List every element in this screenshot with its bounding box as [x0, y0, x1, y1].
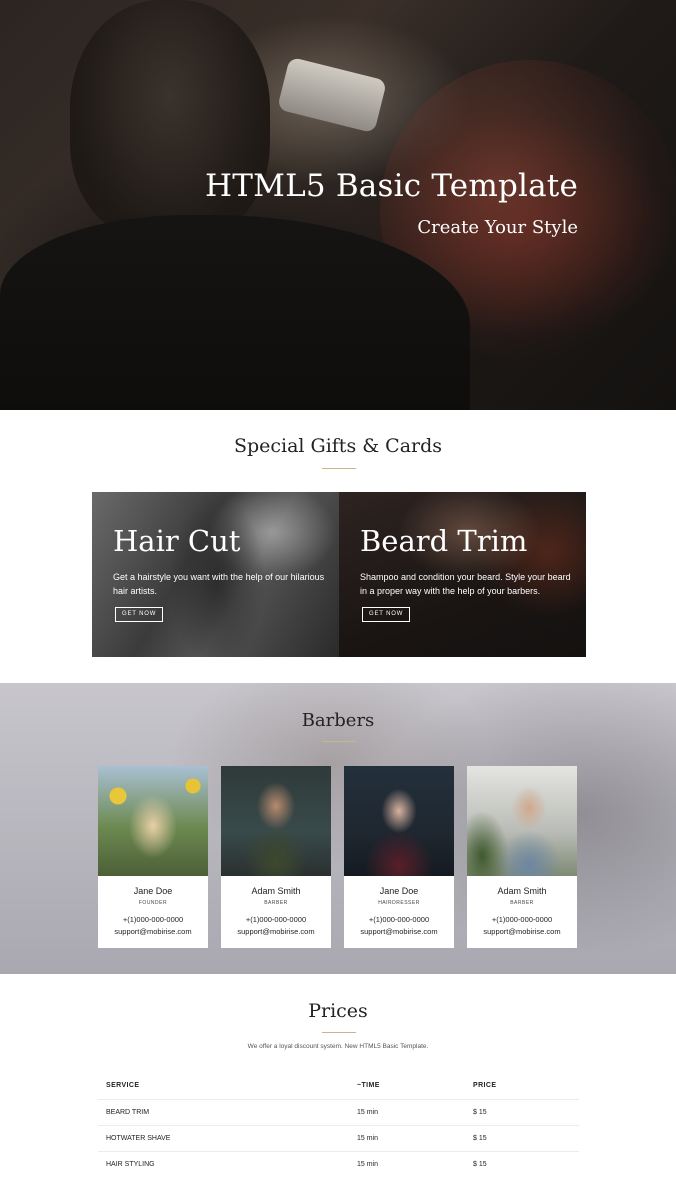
member-email[interactable]: support@mobirise.com: [344, 927, 454, 938]
table-row: BEARD TRIM 15 min $ 15: [98, 1098, 579, 1125]
gift-card-text: Get a hairstyle you want with the help o…: [113, 572, 325, 596]
team-member-card: Jane Doe HAIRDRESSER +(1)000-000-0000 su…: [344, 766, 454, 948]
member-email[interactable]: support@mobirise.com: [221, 927, 331, 938]
gift-card-title: Hair Cut: [113, 524, 241, 558]
time-cell: 15 min: [349, 1124, 465, 1151]
member-photo: [221, 766, 331, 876]
hero-client-head: [70, 0, 270, 240]
team-list: Jane Doe FOUNDER +(1)000-000-0000 suppor…: [98, 766, 579, 948]
team-member-card: Adam Smith BARBER +(1)000-000-0000 suppo…: [467, 766, 577, 948]
barbers-section: Barbers Jane Doe FOUNDER +(1)000-000-000…: [0, 683, 676, 974]
service-cell: HOTWATER SHAVE: [98, 1124, 349, 1151]
member-role: BARBER: [510, 900, 534, 906]
member-phone: +(1)000-000-0000: [491, 915, 553, 924]
column-header-time: ~TIME: [357, 1082, 380, 1090]
member-phone: +(1)000-000-0000: [122, 915, 184, 924]
prices-title-underline: [322, 1032, 356, 1033]
table-row: HAIR STYLING 15 min $ 15: [98, 1150, 579, 1177]
table-header-row: SERVICE ~TIME PRICE: [98, 1073, 579, 1099]
barbers-title-underline: [322, 741, 356, 742]
price-cell: $ 15: [465, 1098, 579, 1125]
price-cell: $ 15: [465, 1150, 579, 1177]
time-cell: 15 min: [349, 1150, 465, 1177]
member-email[interactable]: support@mobirise.com: [98, 927, 208, 938]
member-photo: [98, 766, 208, 876]
member-role: HAIRDRESSER: [378, 900, 420, 906]
service-cell: BEARD TRIM: [98, 1098, 349, 1125]
prices-table: SERVICE ~TIME PRICE BEARD TRIM 15 min $ …: [98, 1073, 579, 1177]
hero-section: HTML5 Basic Template Create Your Style: [0, 0, 676, 410]
gifts-title-underline: [322, 468, 356, 469]
service-cell: HAIR STYLING: [98, 1150, 349, 1177]
team-member-card: Adam Smith BARBER +(1)000-000-0000 suppo…: [221, 766, 331, 948]
hero-clipper: [276, 56, 388, 134]
gift-card-title: Beard Trim: [360, 524, 528, 558]
member-name: Adam Smith: [497, 886, 547, 896]
column-header-service: SERVICE: [106, 1082, 140, 1090]
member-phone: +(1)000-000-0000: [368, 915, 430, 924]
time-cell: 15 min: [349, 1098, 465, 1125]
hero-subtitle: Create Your Style: [417, 217, 578, 238]
gift-card-beard-trim: Beard Trim Shampoo and condition your be…: [339, 492, 586, 657]
member-email[interactable]: support@mobirise.com: [467, 927, 577, 938]
price-cell: $ 15: [465, 1124, 579, 1151]
column-header-price: PRICE: [473, 1082, 497, 1090]
prices-title: Prices: [308, 1000, 368, 1022]
barbers-title: Barbers: [301, 710, 375, 731]
team-member-card: Jane Doe FOUNDER +(1)000-000-0000 suppor…: [98, 766, 208, 948]
gift-cards: Hair Cut Get a hairstyle you want with t…: [92, 492, 586, 657]
gift-card-text: Shampoo and condition your beard. Style …: [360, 572, 571, 596]
get-now-button[interactable]: GET NOW: [115, 607, 164, 622]
member-photo: [467, 766, 577, 876]
get-now-button[interactable]: GET NOW: [362, 607, 411, 622]
member-role: BARBER: [264, 900, 288, 906]
member-name: Jane Doe: [133, 886, 173, 896]
prices-description: We offer a loyal discount system. New HT…: [247, 1043, 429, 1050]
member-name: Adam Smith: [251, 886, 301, 896]
member-photo: [344, 766, 454, 876]
member-role: FOUNDER: [138, 900, 168, 906]
member-name: Jane Doe: [379, 886, 419, 896]
gift-card-haircut: Hair Cut Get a hairstyle you want with t…: [92, 492, 339, 657]
gifts-title: Special Gifts & Cards: [233, 435, 443, 457]
member-phone: +(1)000-000-0000: [245, 915, 307, 924]
table-row: HOTWATER SHAVE 15 min $ 15: [98, 1124, 579, 1151]
hero-title: HTML5 Basic Template: [205, 168, 578, 204]
